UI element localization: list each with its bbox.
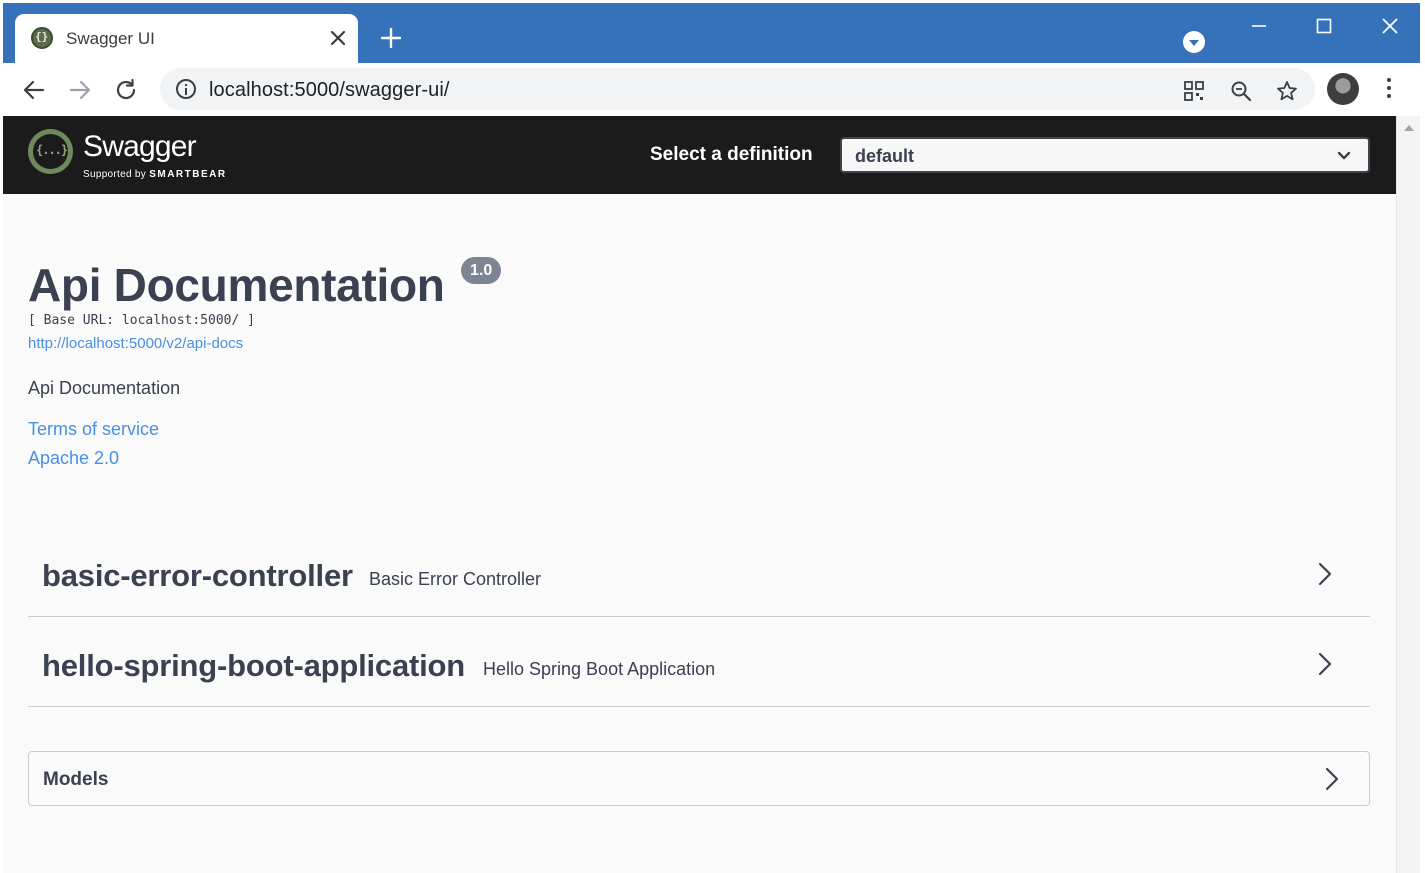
swagger-topbar: Swagger Supported by SMARTBEAR Select a … — [3, 116, 1396, 194]
window-close-icon[interactable] — [1377, 13, 1403, 39]
back-arrow-icon[interactable] — [20, 76, 48, 104]
tag-name[interactable]: basic-error-controller — [42, 558, 353, 594]
definition-select[interactable]: default — [840, 137, 1370, 173]
reload-icon[interactable] — [112, 76, 140, 104]
tag-description: Basic Error Controller — [369, 569, 542, 589]
tag-section[interactable]: basic-error-controller Basic Error Contr… — [28, 531, 1370, 617]
maximize-icon[interactable] — [1311, 13, 1337, 39]
tab-title: Swagger UI — [66, 29, 155, 48]
terms-of-service-link[interactable]: Terms of service — [28, 419, 159, 440]
version-badge: 1.0 — [461, 257, 502, 284]
chevron-right-icon[interactable] — [1314, 559, 1334, 589]
bookmark-star-icon[interactable] — [1276, 80, 1298, 102]
address-bar[interactable]: localhost:5000/swagger-ui/ — [160, 68, 1315, 110]
tab-search-icon[interactable] — [1183, 31, 1205, 53]
browser-toolbar: localhost:5000/swagger-ui/ — [3, 63, 1420, 116]
supported-by: Supported by SMARTBEAR — [83, 169, 227, 180]
license-link[interactable]: Apache 2.0 — [28, 448, 119, 469]
browser-menu-icon[interactable] — [1386, 78, 1392, 102]
new-tab-icon[interactable] — [378, 25, 404, 51]
swagger-logo-icon[interactable] — [28, 129, 73, 174]
scroll-up-icon[interactable] — [1404, 125, 1414, 131]
chevron-right-icon[interactable] — [1314, 649, 1334, 679]
browser-titlebar: Swagger UI — [3, 3, 1420, 63]
supported-by-label: Supported by — [83, 169, 147, 180]
api-description: Api Documentation — [28, 378, 181, 398]
forward-arrow-icon[interactable] — [66, 76, 94, 104]
select-definition-label: Select a definition — [650, 144, 813, 165]
models-title[interactable]: Models — [43, 769, 108, 791]
smartbear-label: SMARTBEAR — [149, 169, 227, 180]
qr-code-icon[interactable] — [1183, 80, 1205, 102]
base-url: [ Base URL: localhost:5000/ ] — [28, 313, 255, 328]
tag-description: Hello Spring Boot Application — [483, 659, 716, 679]
models-section[interactable]: Models — [28, 751, 1370, 806]
swagger-favicon-icon — [31, 27, 53, 49]
vertical-scrollbar[interactable] — [1396, 116, 1420, 873]
close-icon[interactable] — [327, 27, 349, 49]
profile-avatar[interactable] — [1327, 73, 1359, 105]
chevron-right-icon[interactable] — [1321, 764, 1341, 794]
chevron-down-icon — [1336, 149, 1352, 163]
zoom-icon[interactable] — [1230, 80, 1252, 102]
minimize-icon[interactable] — [1246, 13, 1272, 39]
url-text[interactable]: localhost:5000/swagger-ui/ — [209, 79, 450, 102]
tag-section[interactable]: hello-spring-boot-application Hello Spri… — [28, 621, 1370, 707]
page-viewport: Swagger Supported by SMARTBEAR Select a … — [3, 116, 1396, 873]
swagger-brand[interactable]: Swagger — [83, 130, 197, 164]
site-info-icon[interactable] — [176, 79, 196, 99]
definition-select-value: default — [855, 146, 915, 166]
api-docs-link[interactable]: http://localhost:5000/v2/api-docs — [28, 335, 243, 352]
page-title: Api Documentation — [28, 259, 445, 311]
browser-tab[interactable]: Swagger UI — [15, 14, 358, 63]
tag-name[interactable]: hello-spring-boot-application — [42, 648, 465, 684]
